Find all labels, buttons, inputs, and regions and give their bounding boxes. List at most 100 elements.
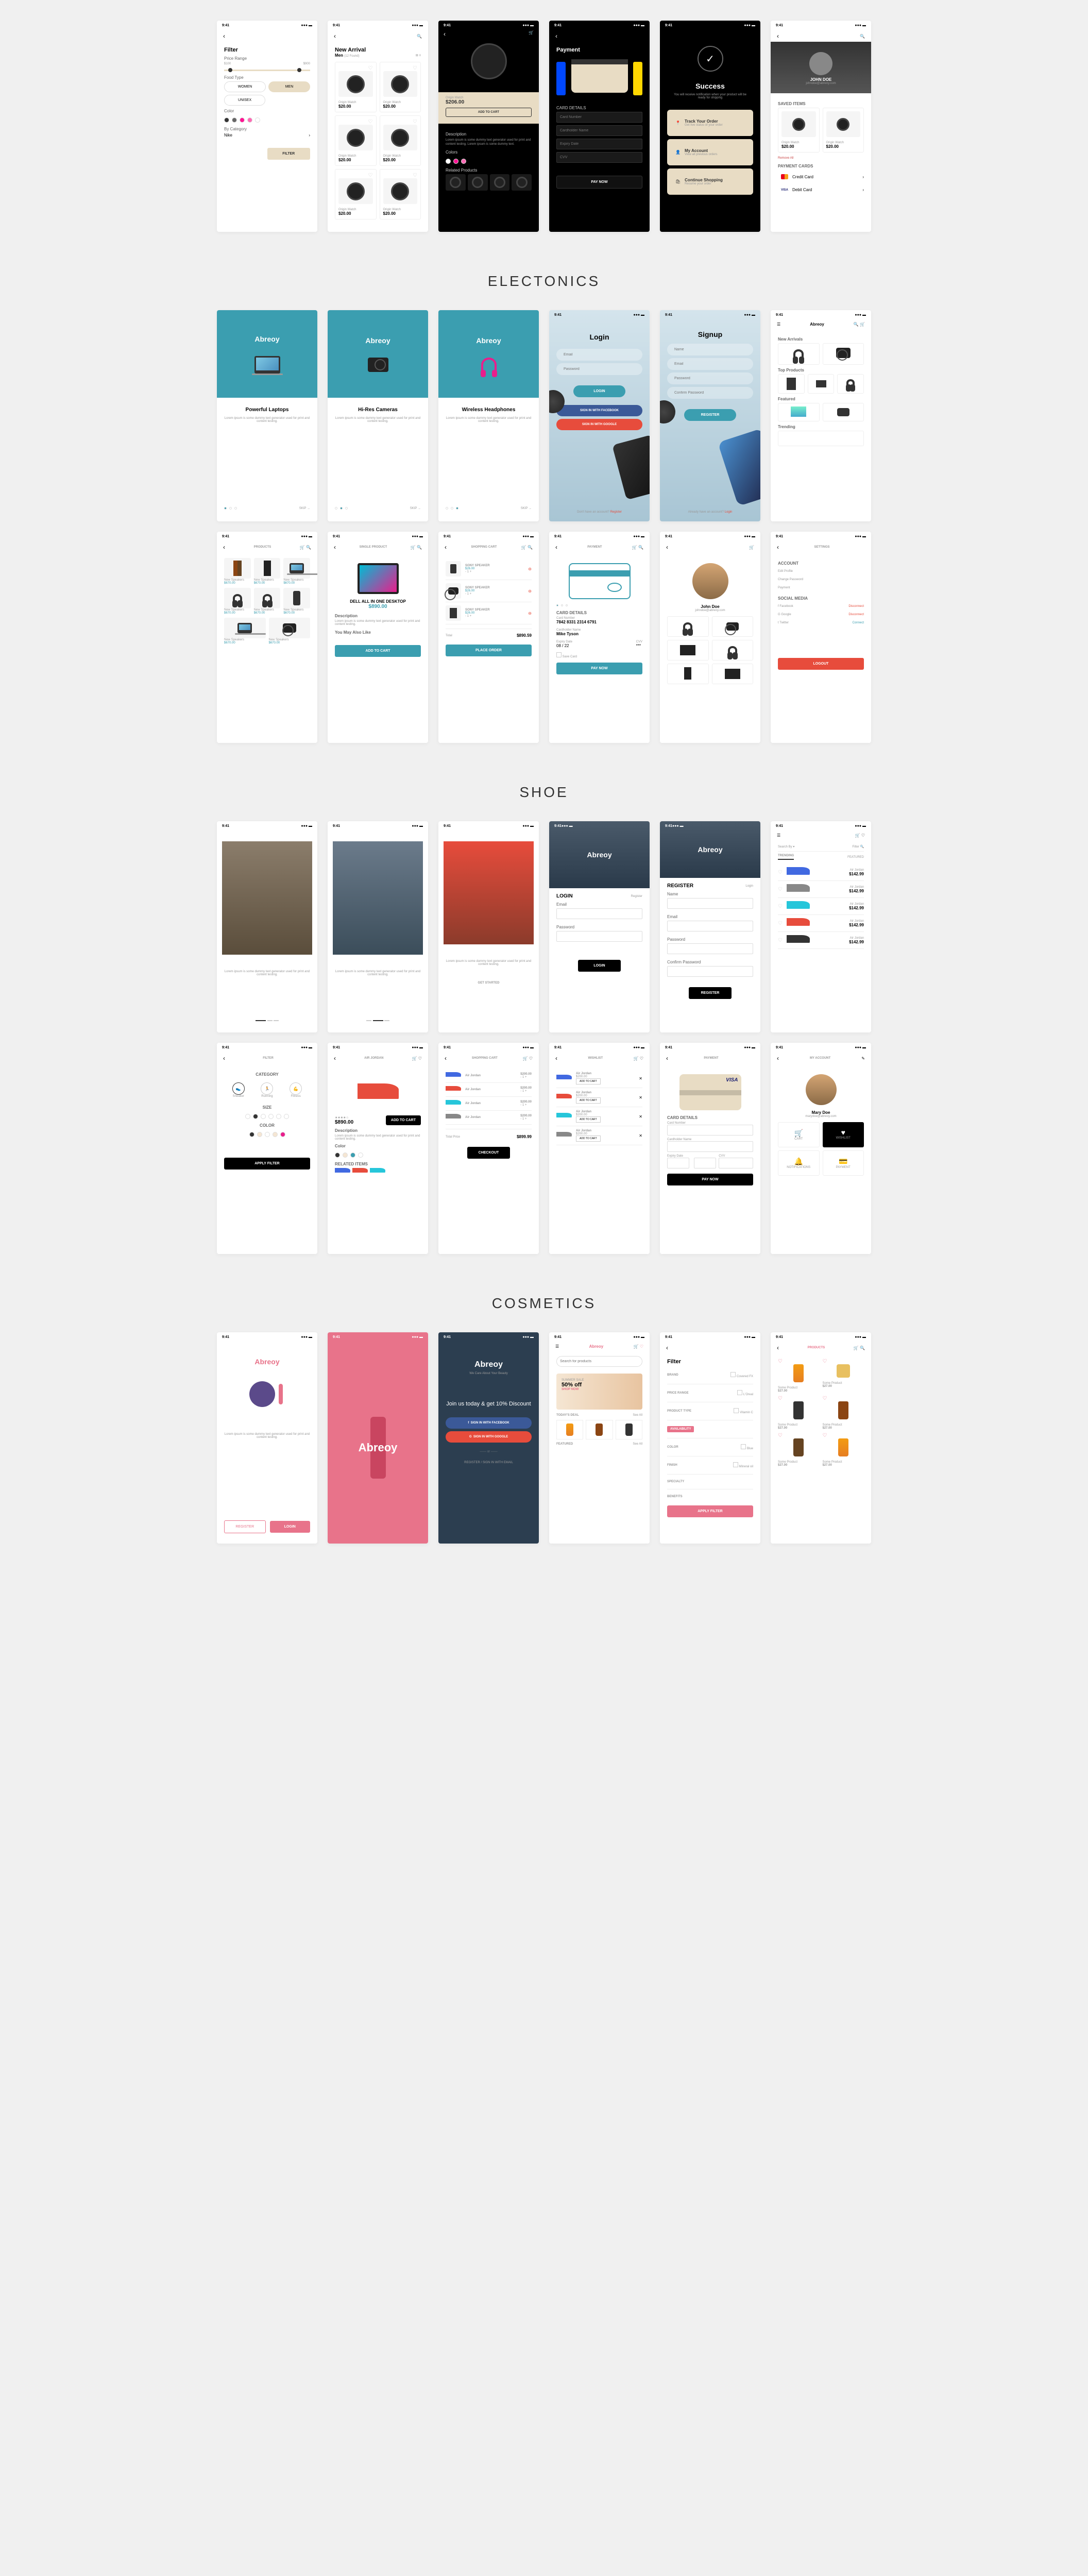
google-button[interactable]: G SIGN IN WITH GOOGLE (446, 1431, 532, 1443)
credit-card-item[interactable]: Credit Card› (778, 170, 864, 183)
category-fitness[interactable]: 💪Fitness (290, 1082, 302, 1098)
category-sneaker[interactable]: 👟Sneaker (232, 1082, 245, 1098)
product-card[interactable]: ♡Some Product$27.00 (778, 1433, 820, 1467)
product-card[interactable]: ♡Some Product$27.00 (823, 1433, 864, 1467)
saved-item[interactable]: Origin Watch$20.00 (778, 108, 820, 152)
heart-icon[interactable]: ♡ (368, 65, 373, 71)
list-item[interactable]: ♡Air Jordan$142.99 (778, 881, 864, 898)
banner[interactable]: SUMMER SALE 50% off SHOP NOW (556, 1374, 642, 1410)
skip-button[interactable]: SKIP → (410, 507, 421, 510)
debit-card-item[interactable]: VISADebit Card› (778, 183, 864, 196)
product-card[interactable]: ♡Some Product$27.00 (823, 1359, 864, 1393)
back-icon[interactable]: ‹ (334, 1055, 336, 1062)
google-button[interactable]: SIGN IN WITH GOOGLE (556, 419, 642, 430)
apply-filter-button[interactable]: APPLY FILTER (224, 1158, 310, 1170)
add-cart-button[interactable]: ADD TO CART (386, 1115, 421, 1125)
register-link[interactable]: Register (631, 895, 642, 898)
login-button[interactable]: LOGIN (578, 960, 621, 972)
search-icon[interactable]: 🔍 (860, 34, 865, 39)
facebook-button[interactable]: f SIGN IN WITH FACEBOOK (446, 1417, 532, 1429)
featured-tab[interactable]: FEATURED (847, 856, 864, 859)
product-card[interactable]: ♡Some Product$27.00 (778, 1396, 820, 1430)
back-icon[interactable]: ‹ (223, 32, 225, 40)
price-slider[interactable] (224, 70, 310, 71)
add-cart-button[interactable]: ADD TO CART (335, 645, 421, 657)
category-nike[interactable]: Nike› (224, 133, 310, 138)
confirm-input[interactable] (667, 966, 753, 977)
card-number-input[interactable] (667, 1125, 753, 1136)
trending-tab[interactable]: TRENDING (778, 854, 794, 860)
edit-profile-link[interactable]: Edit Profile (778, 567, 864, 575)
related-product[interactable] (468, 174, 488, 191)
checkout-button[interactable]: CHECKOUT (467, 1147, 511, 1159)
back-icon[interactable]: ‹ (444, 30, 446, 38)
see-all-link[interactable]: See All (633, 1414, 642, 1417)
place-order-button[interactable]: PLACE ORDER (446, 645, 532, 656)
menu-icon[interactable]: ☰ (777, 833, 780, 838)
email-input[interactable] (556, 349, 642, 361)
skip-button[interactable]: SKIP → (521, 507, 532, 510)
back-icon[interactable]: ‹ (666, 544, 668, 551)
register-button[interactable]: REGISTER (224, 1520, 266, 1533)
get-started-button[interactable]: GET STARTED (446, 981, 532, 985)
back-icon[interactable]: ‹ (777, 1055, 779, 1062)
email-input[interactable] (556, 908, 642, 919)
search-input[interactable] (556, 1356, 642, 1367)
password-input[interactable] (556, 931, 642, 942)
saved-item[interactable]: Origin Watch$20.00 (823, 108, 864, 152)
login-link[interactable]: Login (725, 511, 733, 514)
color-dot[interactable] (232, 117, 237, 123)
remove-icon[interactable]: ✕ (639, 1076, 642, 1081)
skip-button[interactable]: SKIP → (299, 507, 310, 510)
menu-icon[interactable]: ☰ (777, 322, 780, 327)
logout-button[interactable]: LOGOUT (778, 658, 864, 670)
back-icon[interactable]: ‹ (223, 544, 225, 551)
card-number-input[interactable] (556, 112, 642, 123)
remove-all-link[interactable]: Remove All (778, 157, 864, 160)
register-button[interactable]: REGISTER (689, 987, 732, 999)
back-icon[interactable]: ‹ (777, 1344, 779, 1351)
remove-icon[interactable]: ⊖ (528, 589, 532, 594)
my-account-button[interactable]: 👤My AccountView all previous orders (667, 139, 753, 165)
back-icon[interactable]: ‹ (555, 544, 557, 551)
unisex-pill[interactable]: UNISEX (224, 95, 265, 106)
men-pill[interactable]: MEN (268, 81, 310, 92)
add-cart-button[interactable]: ADD TO CART (576, 1078, 601, 1084)
password-input[interactable] (667, 943, 753, 954)
related-product[interactable] (446, 174, 466, 191)
color-dot[interactable] (255, 117, 260, 123)
color-dot[interactable] (247, 117, 252, 123)
cart-tile[interactable]: 🛒CART (778, 1122, 820, 1147)
back-icon[interactable]: ‹ (223, 1055, 225, 1062)
category-running[interactable]: 🏃Running (261, 1082, 273, 1098)
product-card[interactable]: ♡Origin Watch$20.00 (335, 62, 377, 112)
list-item[interactable]: ♡Air Jordan$142.99 (778, 864, 864, 881)
filter-button[interactable]: FILTER (267, 148, 311, 160)
disconnect-link[interactable]: Disconnect (848, 605, 864, 608)
related-product[interactable] (490, 174, 510, 191)
product-card[interactable]: ♡Origin Watch$20.00 (335, 169, 377, 219)
product-card[interactable]: ♡Some Product$27.00 (778, 1359, 820, 1393)
payment-link[interactable]: Payment (778, 584, 864, 592)
card-name-input[interactable] (556, 125, 642, 136)
list-item[interactable]: ♡Air Jordan$142.99 (778, 915, 864, 932)
password-input[interactable] (667, 372, 753, 384)
login-link[interactable]: Login (745, 885, 753, 888)
email-input[interactable] (667, 921, 753, 931)
remove-icon[interactable]: ⊖ (528, 611, 532, 616)
product-card[interactable]: ♡Origin Watch$20.00 (380, 62, 421, 112)
product-card[interactable]: ♡Some Product$27.00 (823, 1396, 864, 1430)
back-icon[interactable]: ‹ (445, 1055, 447, 1062)
product-card[interactable]: ♡Origin Watch$20.00 (380, 169, 421, 219)
name-input[interactable] (667, 898, 753, 909)
back-icon[interactable]: ‹ (555, 32, 557, 40)
email-register-link[interactable]: REGISTER / SIGN IN WITH EMAIL (446, 1461, 532, 1464)
search-icon[interactable]: 🔍 (417, 34, 422, 39)
color-dot[interactable] (224, 117, 229, 123)
search-icon[interactable]: 🔍 🛒 (854, 322, 865, 327)
card-name-input[interactable] (667, 1141, 753, 1152)
back-icon[interactable]: ‹ (555, 1055, 557, 1062)
wishlist-tile[interactable]: ♥WISHLIST (823, 1122, 864, 1147)
facebook-button[interactable]: SIGN IN WITH FACEBOOK (556, 405, 642, 416)
notif-tile[interactable]: 🔔NOTIFICATIONS (778, 1150, 820, 1176)
